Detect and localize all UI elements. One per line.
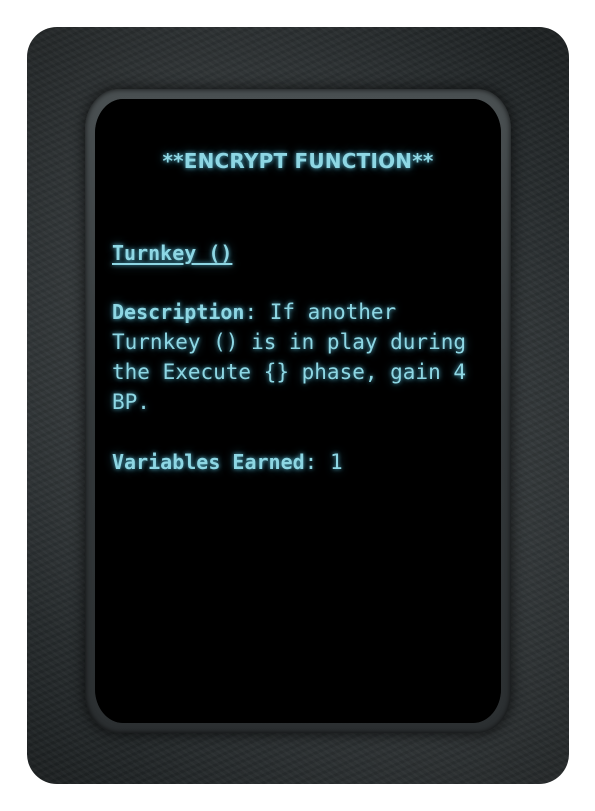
card-screen: **ENCRYPT FUNCTION** Turnkey () Descript…	[95, 99, 501, 723]
game-card: **ENCRYPT FUNCTION** Turnkey () Descript…	[27, 27, 569, 784]
description: Description: If another Turnkey () is in…	[112, 297, 492, 417]
card-title: **ENCRYPT FUNCTION**	[162, 149, 434, 173]
description-separator: :	[244, 300, 270, 324]
description-label: Description	[112, 300, 245, 324]
function-name: Turnkey ()	[112, 241, 233, 265]
variables-label: Variables Earned	[112, 450, 305, 474]
variables-separator: :	[304, 450, 330, 474]
variables-value: 1	[329, 450, 343, 474]
variables-earned: Variables Earned: 1	[112, 447, 492, 477]
